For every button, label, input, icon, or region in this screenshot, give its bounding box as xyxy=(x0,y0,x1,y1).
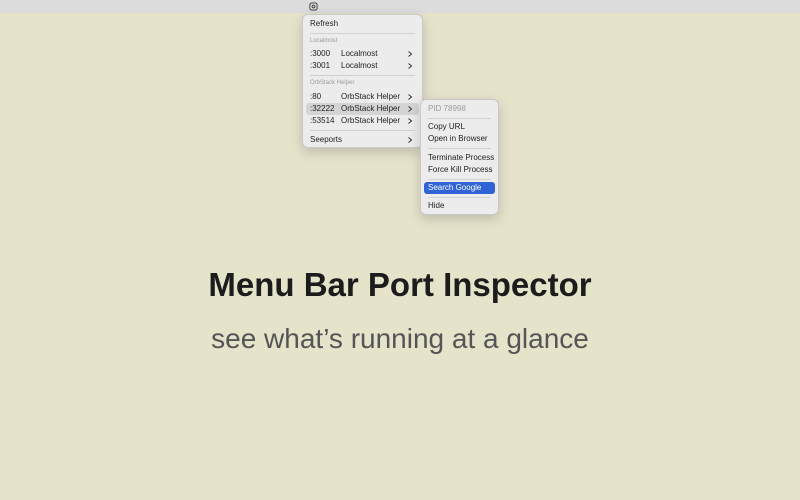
separator xyxy=(310,33,415,34)
port-item-3000[interactable]: :3000 Localmost xyxy=(306,48,419,60)
port-item-32222[interactable]: :32222 OrbStack Helper xyxy=(306,103,419,115)
hero-subtitle: see what’s running at a glance xyxy=(211,323,589,354)
port-item-80[interactable]: :80 OrbStack Helper xyxy=(306,91,419,103)
copy-url-label: Copy URL xyxy=(428,122,465,131)
port-menu: Refresh Localmost :3000 Localmost :3001 … xyxy=(302,14,423,148)
chevron-right-icon xyxy=(408,94,413,100)
chevron-right-icon xyxy=(408,118,413,124)
refresh-label: Refresh xyxy=(310,19,339,28)
process-name: OrbStack Helper xyxy=(341,92,401,101)
separator xyxy=(428,148,491,149)
terminate-process-label: Terminate Process xyxy=(428,153,495,162)
process-name: Localmost xyxy=(341,49,378,58)
pid-item: PID 78998 xyxy=(424,103,495,115)
search-google-label: Search Google xyxy=(428,183,482,192)
seeports-label: Seeports xyxy=(310,135,343,144)
hexagon-port-icon[interactable] xyxy=(309,2,318,11)
chevron-right-icon xyxy=(408,51,413,57)
separator xyxy=(428,179,491,180)
hide-item[interactable]: Hide xyxy=(424,200,495,212)
separator xyxy=(310,130,415,131)
open-in-browser-label: Open in Browser xyxy=(428,134,488,143)
port-number: :80 xyxy=(310,92,322,101)
port-number: :3001 xyxy=(310,61,331,70)
search-google-item[interactable]: Search Google xyxy=(424,182,495,194)
hero-title: Menu Bar Port Inspector xyxy=(208,266,592,303)
chevron-right-icon xyxy=(408,63,413,69)
separator xyxy=(428,197,491,198)
port-item-3001[interactable]: :3001 Localmost xyxy=(306,60,419,72)
refresh-item[interactable]: Refresh xyxy=(306,18,419,30)
separator xyxy=(428,118,491,119)
port-number: :32222 xyxy=(310,104,335,113)
force-kill-process-label: Force Kill Process xyxy=(428,165,493,174)
section-label-localmost: Localmost xyxy=(310,38,338,44)
pid-label: PID 78998 xyxy=(428,104,466,113)
process-name: Localmost xyxy=(341,61,378,70)
hide-label: Hide xyxy=(428,201,445,210)
force-kill-process-item[interactable]: Force Kill Process xyxy=(424,164,495,176)
chevron-right-icon xyxy=(408,137,413,143)
copy-url-item[interactable]: Copy URL xyxy=(424,121,495,133)
process-submenu: PID 78998 Copy URL Open in Browser Termi… xyxy=(420,99,499,215)
seeports-item[interactable]: Seeports xyxy=(306,134,419,146)
terminate-process-item[interactable]: Terminate Process xyxy=(424,152,495,164)
port-number: :53514 xyxy=(310,116,335,125)
chevron-right-icon xyxy=(408,106,413,112)
menu-bar xyxy=(0,0,800,13)
process-name: OrbStack Helper xyxy=(341,104,401,113)
port-number: :3000 xyxy=(310,49,331,58)
port-item-53514[interactable]: :53514 OrbStack Helper xyxy=(306,115,419,127)
open-in-browser-item[interactable]: Open in Browser xyxy=(424,133,495,145)
section-label-orbstack: OrbStack Helper xyxy=(310,80,355,86)
separator xyxy=(310,75,415,76)
process-name: OrbStack Helper xyxy=(341,116,401,125)
